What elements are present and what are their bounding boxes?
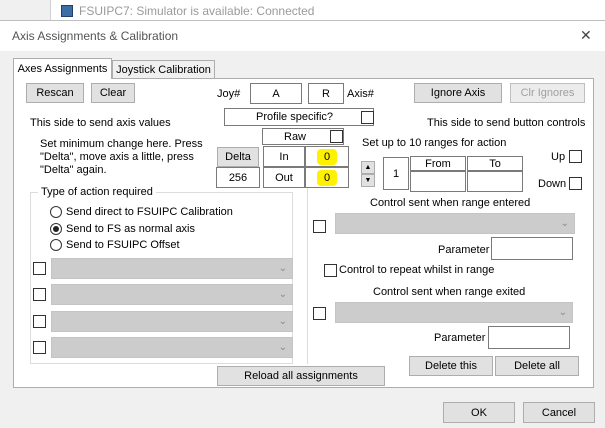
axis-control-checkbox-2[interactable] — [33, 288, 46, 301]
range-from-field[interactable] — [410, 171, 466, 192]
clear-button[interactable]: Clear — [91, 83, 135, 103]
exited-parameter-label: Parameter — [434, 332, 486, 344]
left-hint: This side to send axis values — [30, 117, 171, 129]
profile-label: Profile specific? — [256, 111, 334, 123]
chevron-down-icon: ⌄ — [278, 289, 287, 300]
axis-control-checkbox-4[interactable] — [33, 341, 46, 354]
delete-this-button[interactable]: Delete this — [409, 356, 493, 376]
radio-fsuipc-calibration-label: Send direct to FSUIPC Calibration — [66, 206, 233, 218]
entered-parameter-label: Parameter — [438, 244, 490, 256]
radio-fsuipc-offset-label: Send to FSUIPC Offset — [66, 239, 180, 251]
raw-label: Raw — [284, 131, 307, 143]
chevron-down-icon: ⌄ — [278, 316, 287, 327]
ignore-axis-button[interactable]: Ignore Axis — [414, 83, 502, 103]
ranges-title: Set up to 10 ranges for action — [362, 137, 507, 149]
radio-fsuipc-offset[interactable] — [50, 239, 62, 251]
right-hint: This side to send button controls — [427, 117, 586, 129]
in-value-field: 0 — [305, 146, 349, 167]
axis-control-combo-4[interactable]: ⌄ — [51, 337, 293, 358]
ranges-divider — [307, 188, 308, 364]
out-value-field: 0 — [305, 167, 349, 188]
background-window-titlebar: FSUIPC7: Simulator is available: Connect… — [50, 0, 605, 20]
ok-button[interactable]: OK — [443, 402, 515, 423]
dialog-title: Axis Assignments & Calibration — [12, 29, 179, 43]
repeat-label: Control to repeat whilst in range — [339, 264, 495, 276]
delta-button[interactable]: Delta — [217, 147, 259, 167]
axis-control-combo-3[interactable]: ⌄ — [51, 311, 293, 332]
delta-value-field[interactable]: 256 — [216, 167, 260, 188]
raw-checkbox[interactable] — [330, 130, 343, 143]
chevron-down-icon: ⌄ — [560, 218, 569, 229]
background-window-title: FSUIPC7: Simulator is available: Connect… — [79, 4, 315, 18]
axis-control-checkbox-3[interactable] — [33, 315, 46, 328]
out-value: 0 — [316, 169, 338, 186]
down-label: Down — [538, 178, 567, 190]
out-label: Out — [275, 171, 293, 184]
axis-control-checkbox-1[interactable] — [33, 262, 46, 275]
radio-fs-normal-axis[interactable] — [50, 223, 62, 235]
entered-checkbox[interactable] — [313, 220, 326, 233]
range-to-header: To — [467, 156, 523, 171]
exited-control-combo[interactable]: ⌄ — [335, 302, 573, 323]
rescan-button[interactable]: Rescan — [26, 83, 84, 103]
radio-fs-normal-axis-label: Send to FS as normal axis — [66, 223, 196, 235]
entered-control-combo[interactable]: ⌄ — [335, 213, 575, 234]
range-to-label: To — [489, 157, 501, 170]
range-from-label: From — [425, 157, 451, 170]
dialog-titlebar: Axis Assignments & Calibration ✕ — [0, 21, 605, 51]
chevron-down-icon: ⌄ — [278, 342, 287, 353]
axis-label: Axis# — [347, 88, 374, 100]
close-icon[interactable]: ✕ — [580, 27, 592, 44]
exited-title: Control sent when range exited — [373, 286, 526, 298]
entered-parameter-field[interactable] — [491, 237, 573, 260]
down-checkbox[interactable] — [569, 177, 582, 190]
range-up-arrow[interactable]: ▲ — [361, 161, 375, 174]
axis-field[interactable]: R — [308, 83, 344, 104]
chevron-down-icon: ⌄ — [558, 307, 567, 318]
axis-control-combo-1[interactable]: ⌄ — [51, 258, 293, 279]
range-down-arrow[interactable]: ▼ — [361, 174, 375, 187]
tab-label: Axes Assignments — [17, 63, 108, 75]
out-label-box: Out — [263, 167, 305, 188]
joy-label: Joy# — [217, 88, 241, 100]
range-to-field[interactable] — [467, 171, 523, 192]
in-value: 0 — [316, 148, 338, 165]
chevron-down-icon: ⌄ — [278, 263, 287, 274]
axis-control-combo-2[interactable]: ⌄ — [51, 284, 293, 305]
joy-field[interactable]: A — [250, 83, 302, 104]
delete-all-button[interactable]: Delete all — [495, 356, 579, 376]
radio-fsuipc-calibration[interactable] — [50, 206, 62, 218]
cancel-button[interactable]: Cancel — [523, 402, 595, 423]
clr-ignores-button[interactable]: Clr Ignores — [510, 83, 585, 103]
in-label: In — [279, 150, 289, 163]
exited-parameter-field[interactable] — [488, 326, 570, 349]
action-group-title: Type of action required — [38, 186, 156, 198]
reload-all-assignments-button[interactable]: Reload all assignments — [217, 366, 385, 386]
exited-checkbox[interactable] — [313, 307, 326, 320]
range-from-header: From — [410, 156, 466, 171]
up-label: Up — [551, 151, 566, 163]
up-checkbox[interactable] — [569, 150, 582, 163]
tab-axes-assignments[interactable]: Axes Assignments — [13, 58, 112, 79]
delta-info: Set minimum change here. Press "Delta", … — [40, 138, 203, 176]
entered-title: Control sent when range entered — [370, 197, 531, 209]
tab-label: Joystick Calibration — [116, 64, 211, 76]
profile-checkbox[interactable] — [361, 111, 374, 124]
repeat-checkbox[interactable] — [324, 264, 337, 277]
tab-joystick-calibration[interactable]: Joystick Calibration — [112, 60, 215, 79]
in-label-box: In — [263, 146, 305, 167]
range-index-field[interactable]: 1 — [383, 157, 409, 190]
app-icon — [61, 5, 73, 17]
